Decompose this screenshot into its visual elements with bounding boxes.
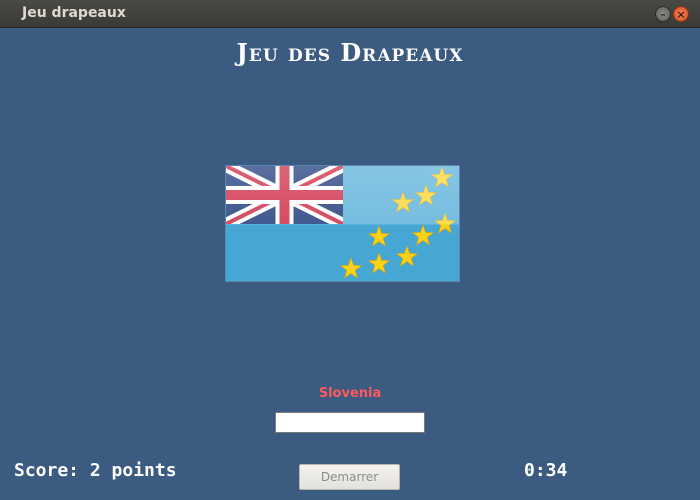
window-titlebar: Jeu drapeaux – × (0, 0, 700, 28)
timer-text: 0:34 (524, 460, 568, 481)
flag-image (225, 165, 460, 282)
score-text: Score: 2 points (14, 460, 177, 481)
minimize-icon[interactable]: – (655, 6, 671, 22)
game-title: Jeu des Drapeaux (236, 38, 464, 67)
start-button[interactable]: Demarrer (299, 464, 400, 490)
game-panel: Jeu des Drapeaux Slovenia Score: 2 point… (0, 28, 700, 500)
answer-input[interactable] (275, 412, 425, 433)
close-icon[interactable]: × (673, 6, 689, 22)
country-prompt: Slovenia (318, 386, 382, 401)
window-title: Jeu drapeaux (22, 5, 126, 21)
